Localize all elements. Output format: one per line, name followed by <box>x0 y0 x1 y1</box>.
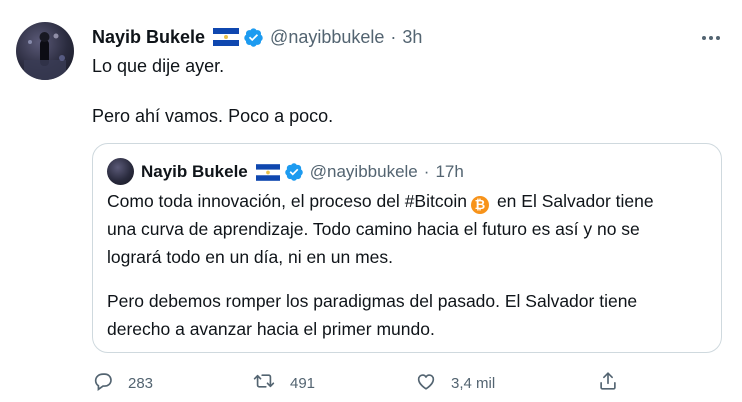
quoted-author-handle: @nayibbukele <box>309 162 418 181</box>
verified-icon <box>243 27 264 48</box>
reply-count: 283 <box>128 374 154 392</box>
author-handle[interactable]: @nayibbukele <box>270 27 384 48</box>
quoted-author-avatar <box>107 158 134 185</box>
flag-icon <box>213 28 240 46</box>
flag-icon <box>255 163 280 181</box>
like-icon <box>415 370 437 397</box>
author-avatar[interactable] <box>16 22 74 80</box>
quoted-text-segment: en El Salvador tiene <box>496 191 654 211</box>
quoted-text-line-1: Como toda innovación, el proceso del #Bi… <box>107 191 654 214</box>
quoted-tweet[interactable]: Nayib Bukele @nayibbukele · 17h Como tod… <box>92 143 722 353</box>
separator-dot: · <box>390 26 397 47</box>
retweet-icon <box>252 370 276 397</box>
separator-dot: · <box>423 162 430 181</box>
quoted-text-line-4: Pero debemos romper los paradigmas del p… <box>107 291 638 311</box>
quoted-tweet-header: Nayib Bukele @nayibbukele · 17h <box>141 161 464 183</box>
quoted-text-line-5: derecho a avanzar hacia el primer mundo. <box>107 319 435 339</box>
author-name[interactable]: Nayib Bukele <box>92 27 205 48</box>
like-button[interactable]: 3,4 mil <box>415 368 495 398</box>
tweet-card[interactable]: Nayib Bukele @nayibbukele · 3h Lo que di… <box>0 0 742 402</box>
avatar-photo <box>24 32 66 80</box>
quoted-tweet-time: 17h <box>435 162 464 181</box>
quoted-author-name: Nayib Bukele <box>141 162 248 181</box>
reply-icon <box>92 370 114 397</box>
tweet-text-line-2: Pero ahí vamos. Poco a poco. <box>92 106 334 126</box>
action-bar: 283 491 3,4 mil <box>0 368 742 398</box>
like-count: 3,4 mil <box>451 374 496 392</box>
quoted-text-line-3: logrará todo en un día, ni en un mes. <box>107 247 394 267</box>
bitcoin-hashtag[interactable]: #Bitcoin <box>405 191 467 211</box>
share-button[interactable] <box>597 368 619 398</box>
quoted-text-line-2: una curva de aprendizaje. Todo camino ha… <box>107 219 640 239</box>
bitcoin-icon: ₿ <box>470 196 489 214</box>
share-icon <box>597 370 619 397</box>
retweet-count: 491 <box>290 374 316 392</box>
retweet-button[interactable]: 491 <box>252 368 315 398</box>
tweet-header: Nayib Bukele @nayibbukele · 3h <box>92 26 422 48</box>
tweet-time[interactable]: 3h <box>402 27 422 48</box>
reply-button[interactable]: 283 <box>92 368 153 398</box>
verified-icon <box>284 162 304 182</box>
quoted-text-segment: Como toda innovación, el proceso del <box>107 191 405 211</box>
more-icon[interactable] <box>700 28 722 48</box>
tweet-text-line-1: Lo que dije ayer. <box>92 56 225 76</box>
